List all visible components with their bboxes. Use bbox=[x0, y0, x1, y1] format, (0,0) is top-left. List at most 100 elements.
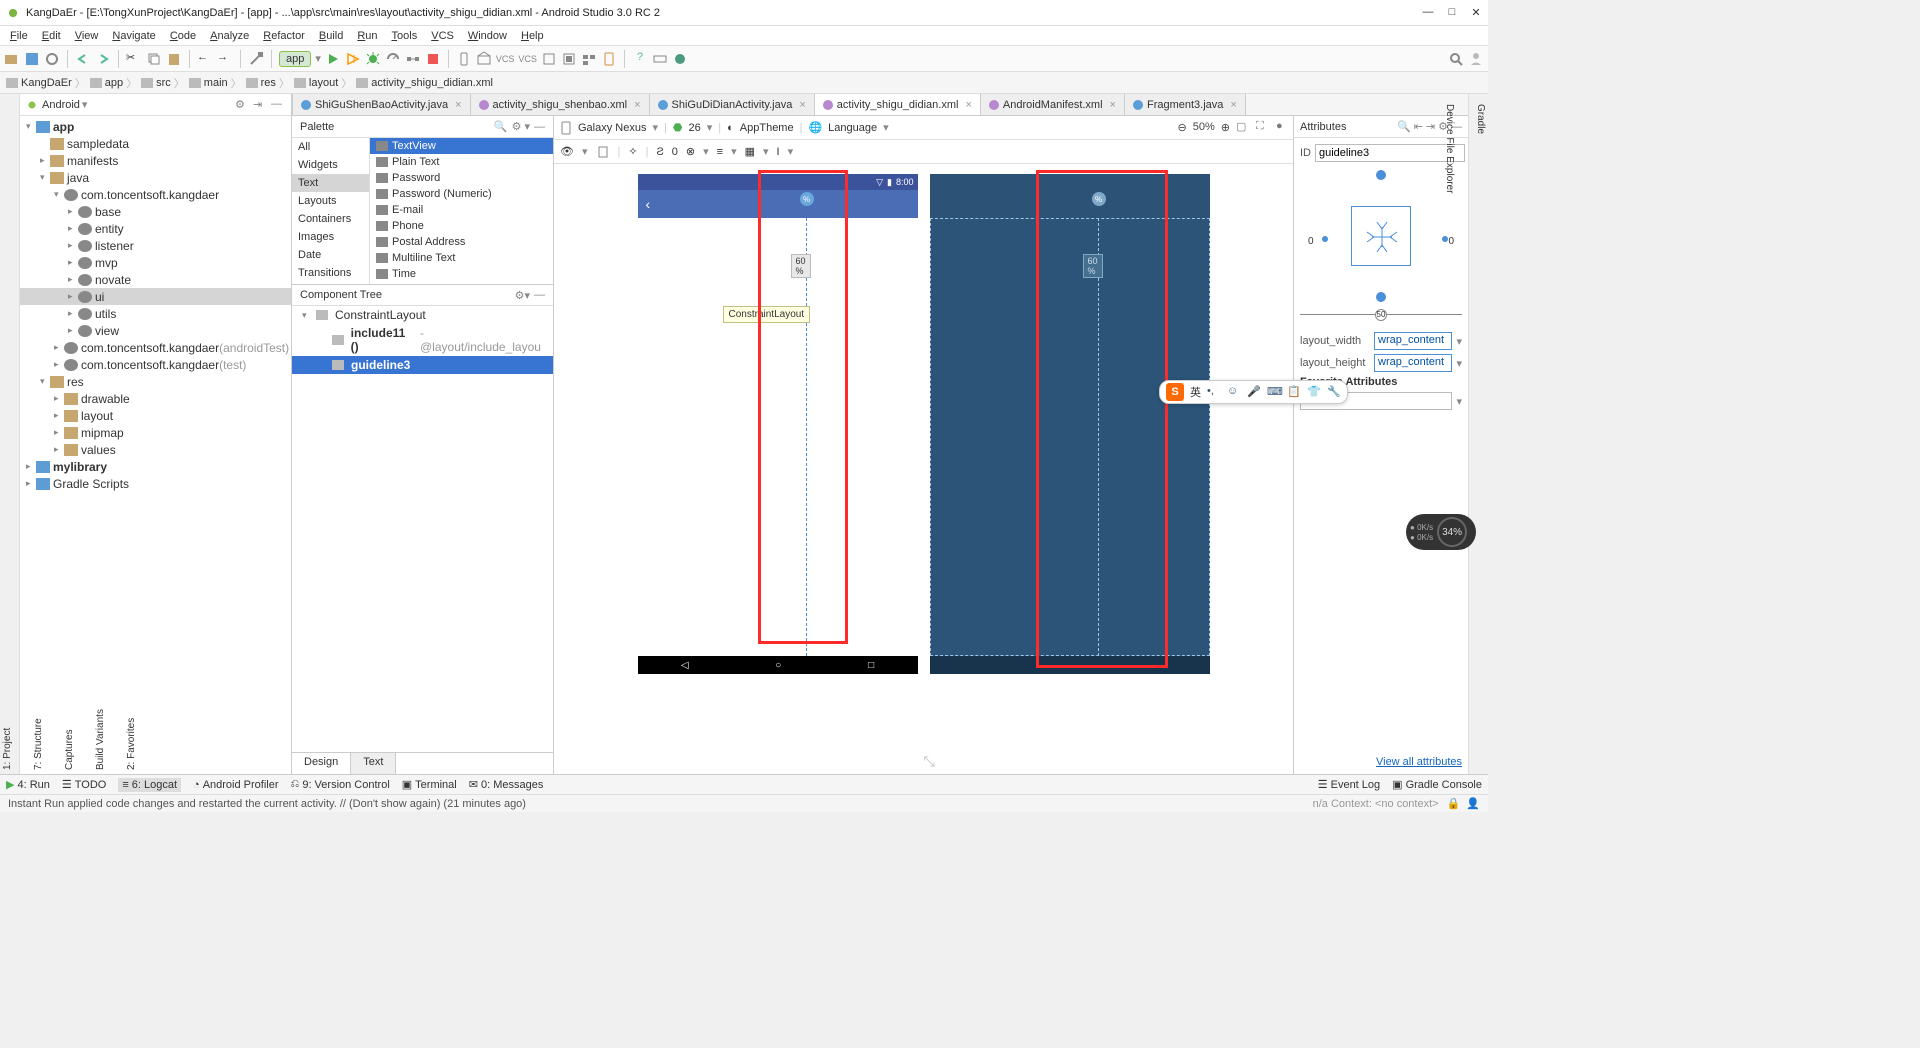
menu-view[interactable]: View bbox=[69, 28, 105, 44]
component-tree-row[interactable]: guideline3 bbox=[292, 356, 553, 374]
language-selector[interactable]: Language bbox=[828, 122, 877, 134]
breadcrumb-item[interactable]: activity_shigu_didian.xml bbox=[356, 77, 493, 89]
blueprint-guideline[interactable]: % 60 % bbox=[1098, 218, 1099, 656]
sync-icon[interactable] bbox=[44, 51, 60, 67]
gutter-tab[interactable]: Build Variants bbox=[93, 100, 108, 774]
palette-item[interactable]: Multiline Text bbox=[370, 250, 553, 266]
ime-mic-icon[interactable]: 🎤 bbox=[1247, 385, 1261, 399]
tree-row[interactable]: ▸layout bbox=[20, 407, 291, 424]
collapse-icon[interactable]: ⇥ bbox=[253, 98, 267, 112]
editor-tab[interactable]: activity_shigu_shenbao.xml× bbox=[470, 94, 650, 115]
run-tool-tab[interactable]: ▶4: Run bbox=[6, 778, 50, 791]
infer-constraints-icon[interactable]: ≡ bbox=[717, 146, 723, 158]
tab-design[interactable]: Design bbox=[292, 753, 351, 774]
right-connect-icon[interactable] bbox=[1442, 236, 1448, 242]
bottom-handle-icon[interactable] bbox=[1376, 292, 1386, 302]
palette-items[interactable]: TextViewPlain TextPasswordPassword (Nume… bbox=[370, 138, 553, 284]
apply-changes-icon[interactable] bbox=[345, 51, 361, 67]
editor-tab[interactable]: Fragment3.java× bbox=[1124, 94, 1246, 115]
tab-text[interactable]: Text bbox=[351, 753, 396, 774]
tree-row[interactable]: ▸mipmap bbox=[20, 424, 291, 441]
palette-search-icon[interactable]: 🔍 bbox=[494, 120, 508, 133]
menu-window[interactable]: Window bbox=[462, 28, 513, 44]
ime-keyboard-icon[interactable]: ⌨ bbox=[1267, 385, 1281, 399]
menu-navigate[interactable]: Navigate bbox=[106, 28, 161, 44]
tree-row[interactable]: ▸novate bbox=[20, 271, 291, 288]
build-icon[interactable] bbox=[248, 51, 264, 67]
tree-row[interactable]: ▸base bbox=[20, 203, 291, 220]
constraint-widget[interactable]: 0 0 bbox=[1300, 166, 1462, 306]
palette-category[interactable]: All bbox=[292, 138, 369, 156]
cut-icon[interactable]: ✂ bbox=[126, 51, 142, 67]
palette-category[interactable]: Layouts bbox=[292, 192, 369, 210]
ime-emoji-icon[interactable]: ☺ bbox=[1227, 385, 1241, 399]
gradle-console-tab[interactable]: ▣Gradle Console bbox=[1392, 778, 1482, 791]
vcs-label2[interactable]: VCS bbox=[518, 54, 537, 64]
pan-icon[interactable]: ⛶ bbox=[1256, 120, 1270, 134]
editor-tab[interactable]: AndroidManifest.xml× bbox=[980, 94, 1125, 115]
tree-row[interactable]: ▸mvp bbox=[20, 254, 291, 271]
layout-height-value[interactable]: wrap_content bbox=[1374, 354, 1452, 372]
account-icon[interactable] bbox=[1468, 51, 1484, 67]
tab-close-icon[interactable]: × bbox=[1230, 99, 1236, 111]
gutter-tab[interactable]: Gradle bbox=[1473, 100, 1488, 774]
open-icon[interactable] bbox=[4, 51, 20, 67]
android-icon[interactable] bbox=[672, 51, 688, 67]
pack-icon[interactable]: ▦ bbox=[745, 145, 755, 158]
attrs-search-icon[interactable]: 🔍 bbox=[1397, 120, 1411, 133]
resource-manager-icon[interactable] bbox=[581, 51, 597, 67]
palette-category[interactable]: Widgets bbox=[292, 156, 369, 174]
search-everywhere-icon[interactable] bbox=[652, 51, 668, 67]
settings-icon[interactable]: ⚙ bbox=[235, 98, 249, 112]
menu-refactor[interactable]: Refactor bbox=[257, 28, 311, 44]
orientation-icon[interactable] bbox=[596, 145, 610, 159]
device-manager-icon[interactable] bbox=[601, 51, 617, 67]
vcs-label[interactable]: VCS bbox=[496, 54, 515, 64]
zoom-level[interactable]: 50% bbox=[1193, 121, 1215, 133]
view-mode-icon[interactable]: 👁 bbox=[560, 145, 574, 158]
palette-item[interactable]: Plain Text bbox=[370, 154, 553, 170]
tree-row[interactable]: ▾com.toncentsoft.kangdaer bbox=[20, 186, 291, 203]
breadcrumb-item[interactable]: app 〉 bbox=[90, 75, 137, 91]
tree-row[interactable]: ▸Gradle Scripts bbox=[20, 475, 291, 492]
zoom-fit-icon[interactable]: ▢ bbox=[1236, 120, 1250, 134]
tab-close-icon[interactable]: × bbox=[634, 99, 640, 111]
warnings-icon[interactable]: ● bbox=[1276, 120, 1290, 134]
layout-width-value[interactable]: wrap_content bbox=[1374, 332, 1452, 350]
resize-handle-icon[interactable]: ⤡ bbox=[924, 753, 935, 770]
editor-tab[interactable]: activity_shigu_didian.xml× bbox=[814, 94, 981, 115]
search-icon[interactable] bbox=[1448, 51, 1464, 67]
tree-row[interactable]: ▸view bbox=[20, 322, 291, 339]
profiler-tool-tab[interactable]: ◔Android Profiler bbox=[193, 779, 278, 791]
tree-row[interactable]: ▾res bbox=[20, 373, 291, 390]
menu-vcs[interactable]: VCS bbox=[425, 28, 460, 44]
event-log-tab[interactable]: ☰Event Log bbox=[1318, 778, 1380, 791]
debug-icon[interactable] bbox=[365, 51, 381, 67]
paste-icon[interactable] bbox=[166, 51, 182, 67]
sdk-icon[interactable] bbox=[476, 51, 492, 67]
ime-punct-icon[interactable]: •, bbox=[1207, 385, 1221, 399]
avd-icon[interactable] bbox=[456, 51, 472, 67]
menu-build[interactable]: Build bbox=[313, 28, 349, 44]
tab-close-icon[interactable]: × bbox=[455, 99, 461, 111]
palette-item[interactable]: Postal Address bbox=[370, 234, 553, 250]
ime-tool-icon[interactable]: 🔧 bbox=[1327, 385, 1341, 399]
menu-file[interactable]: File bbox=[4, 28, 34, 44]
gutter-tab[interactable]: 7: Structure bbox=[31, 100, 46, 774]
tab-close-icon[interactable]: × bbox=[965, 99, 971, 111]
breadcrumb-item[interactable]: src 〉 bbox=[141, 75, 185, 91]
back-nav-icon[interactable]: ← bbox=[197, 51, 213, 67]
preview-device[interactable]: ▽ ▮ 8:00 ‹ % 60 % ConstraintLa bbox=[638, 174, 918, 674]
forward-nav-icon[interactable]: → bbox=[217, 51, 233, 67]
hide-icon[interactable]: — bbox=[271, 98, 285, 112]
clear-constraints-icon[interactable]: ⊗ bbox=[686, 145, 695, 158]
ime-clip-icon[interactable]: 📋 bbox=[1287, 385, 1301, 399]
palette-category[interactable]: Containers bbox=[292, 210, 369, 228]
stop-icon[interactable] bbox=[425, 51, 441, 67]
tree-row[interactable]: ▸com.toncentsoft.kangdaer (androidTest) bbox=[20, 339, 291, 356]
gutter-tab[interactable]: 1: Project bbox=[0, 100, 15, 774]
vcs-tool-tab[interactable]: ⎌9: Version Control bbox=[291, 778, 390, 791]
tree-row[interactable]: ▸listener bbox=[20, 237, 291, 254]
help-icon[interactable]: ? bbox=[632, 51, 648, 67]
menu-help[interactable]: Help bbox=[515, 28, 550, 44]
